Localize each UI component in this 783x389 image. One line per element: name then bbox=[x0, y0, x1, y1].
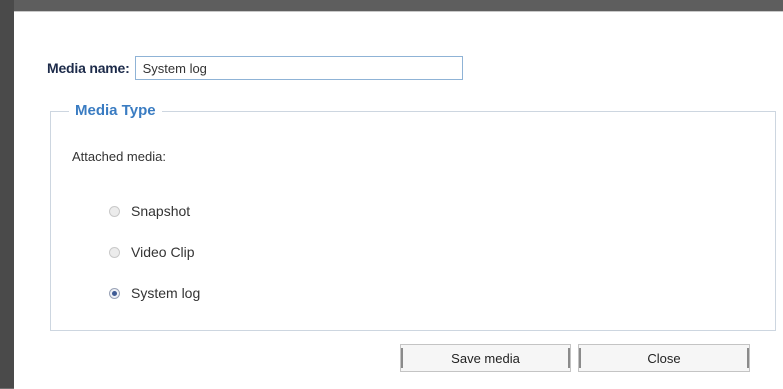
media-name-row: Media name: bbox=[47, 54, 463, 82]
radio-button-system-log[interactable] bbox=[109, 287, 120, 299]
media-dialog: Media name: Media Type Attached media: S… bbox=[14, 11, 783, 389]
media-type-fieldset: Media Type Attached media: Snapshot Vide… bbox=[50, 102, 776, 331]
radio-option-system-log[interactable]: System log bbox=[109, 283, 200, 303]
close-button[interactable]: Close bbox=[578, 344, 750, 372]
media-type-legend: Media Type bbox=[69, 102, 162, 119]
radio-button-video-clip[interactable] bbox=[109, 246, 120, 258]
radio-label-system-log[interactable]: System log bbox=[131, 285, 200, 301]
radio-label-video-clip[interactable]: Video Clip bbox=[131, 244, 195, 260]
background-strip bbox=[0, 0, 14, 388]
radio-button-snapshot[interactable] bbox=[109, 205, 120, 217]
radio-option-snapshot[interactable]: Snapshot bbox=[109, 201, 190, 221]
media-name-input[interactable] bbox=[134, 56, 463, 80]
media-name-label: Media name: bbox=[47, 60, 130, 76]
save-media-button[interactable]: Save media bbox=[400, 344, 571, 372]
attached-media-label: Attached media: bbox=[72, 149, 166, 164]
window-background: Media name: Media Type Attached media: S… bbox=[0, 0, 783, 389]
radio-option-video-clip[interactable]: Video Clip bbox=[109, 242, 195, 262]
radio-label-snapshot[interactable]: Snapshot bbox=[131, 203, 190, 219]
